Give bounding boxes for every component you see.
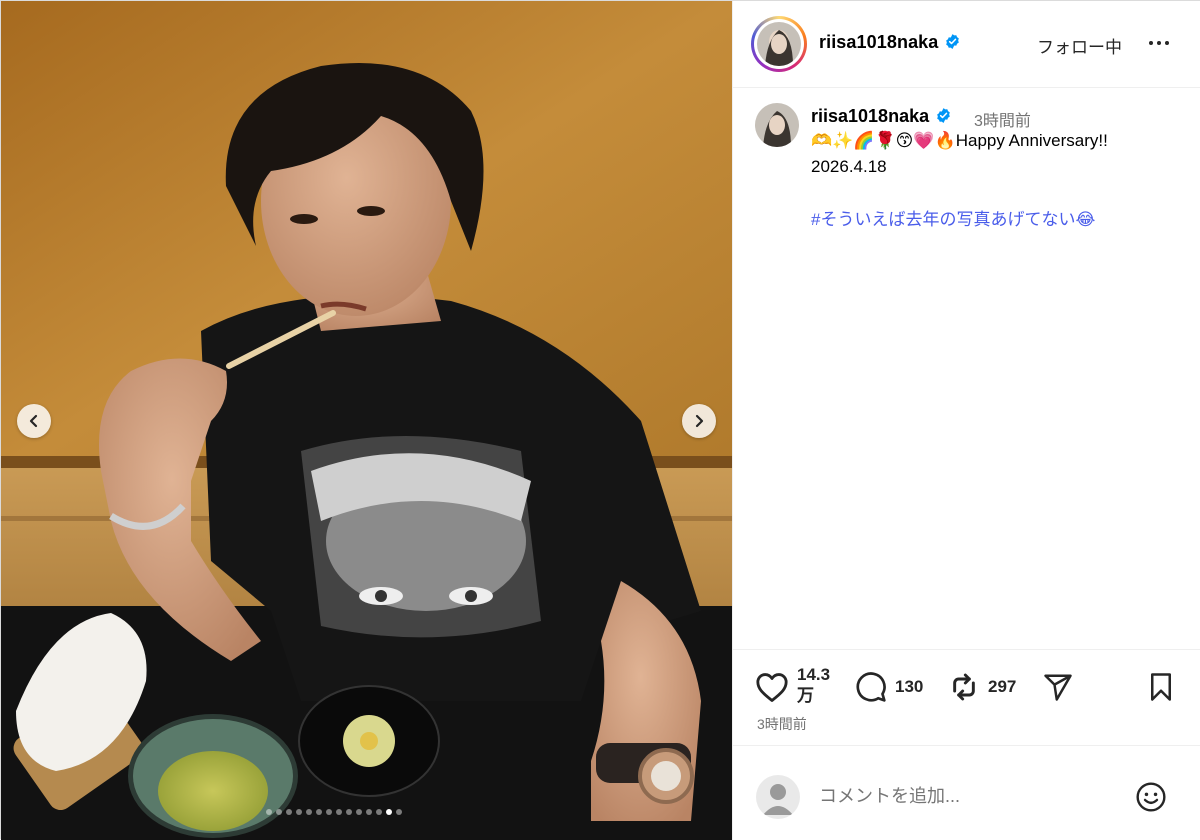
hashtag-link[interactable]: #そういえば去年の写真あげてない😂 xyxy=(811,205,1095,230)
caption-timestamp[interactable]: 3時間前 xyxy=(974,107,1031,131)
verified-badge-icon xyxy=(946,33,960,49)
carousel-dot xyxy=(336,809,342,815)
carousel-dot xyxy=(286,809,292,815)
more-options-icon[interactable] xyxy=(1149,41,1169,45)
carousel-dot xyxy=(316,809,322,815)
chevron-right-icon xyxy=(695,414,704,428)
carousel-dot xyxy=(296,809,302,815)
comment-count: 130 xyxy=(895,677,924,696)
caption-avatar[interactable] xyxy=(755,103,799,147)
carousel-dot xyxy=(366,809,372,815)
post-sidebar: riisa1018naka フォロー中 riisa1018naka 3時間前 🫶… xyxy=(732,1,1200,840)
story-ring[interactable] xyxy=(751,16,807,72)
my-avatar[interactable] xyxy=(756,775,800,819)
save-button[interactable] xyxy=(1147,672,1175,702)
post-photo[interactable] xyxy=(1,1,732,840)
default-user-icon xyxy=(763,784,793,815)
verified-badge-icon xyxy=(937,107,950,123)
emoji-button[interactable] xyxy=(1135,781,1167,818)
add-comment-bar xyxy=(733,745,1200,840)
caption-message: Happy Anniversary!! xyxy=(955,131,1108,150)
post-time[interactable]: 3時間前 xyxy=(757,714,807,734)
chevron-left-icon xyxy=(29,414,38,428)
carousel-dot xyxy=(376,809,382,815)
repost-icon xyxy=(953,673,975,701)
like-button[interactable] xyxy=(755,671,789,703)
post-header: riisa1018naka フォロー中 xyxy=(733,1,1200,88)
like-count[interactable]: 14.3万 xyxy=(797,664,837,706)
repost-count: 297 xyxy=(988,677,1017,696)
carousel-dot-active xyxy=(386,809,392,815)
following-button[interactable]: フォロー中 xyxy=(1037,33,1122,58)
caption-username-text[interactable]: riisa1018naka xyxy=(811,106,929,126)
action-bar: 14.3万 130 297 3時間前 xyxy=(733,649,1200,745)
caption-text: 🫶✨🌈🌹😙💗🔥Happy Anniversary!! xyxy=(811,131,1108,151)
comment-input[interactable] xyxy=(819,786,1119,807)
hashtag-emoji: 😂 xyxy=(1075,210,1096,229)
carousel-dot xyxy=(276,809,282,815)
carousel-prev-button[interactable] xyxy=(17,404,51,438)
carousel-next-button[interactable] xyxy=(682,404,716,438)
caption-date: 2026.4.18 xyxy=(811,157,887,176)
carousel-dot xyxy=(346,809,352,815)
carousel-dot xyxy=(326,809,332,815)
comment-button[interactable]: 130 xyxy=(855,671,923,703)
share-button[interactable] xyxy=(1042,672,1074,702)
carousel-dot xyxy=(356,809,362,815)
hashtag-text[interactable]: #そういえば去年の写真あげてない xyxy=(811,210,1075,229)
repost-button[interactable]: 297 xyxy=(948,671,1016,703)
heart-icon xyxy=(756,673,788,702)
username-text[interactable]: riisa1018naka xyxy=(819,32,938,52)
carousel-dot xyxy=(396,809,402,815)
emoji-icon xyxy=(1136,782,1166,812)
share-icon xyxy=(1044,674,1072,701)
carousel-indicator xyxy=(266,809,402,815)
caption-username[interactable]: riisa1018naka xyxy=(811,106,952,127)
caption-emojis: 🫶✨🌈🌹😙💗🔥 xyxy=(811,131,956,150)
comment-icon xyxy=(856,672,886,702)
username-link[interactable]: riisa1018naka xyxy=(819,32,961,53)
post-modal: riisa1018naka フォロー中 riisa1018naka 3時間前 🫶… xyxy=(0,0,1200,840)
avatar[interactable] xyxy=(757,22,801,66)
carousel-dot xyxy=(266,809,272,815)
carousel-dot xyxy=(306,809,312,815)
bookmark-icon xyxy=(1151,673,1171,701)
photo-illustration xyxy=(1,1,732,840)
